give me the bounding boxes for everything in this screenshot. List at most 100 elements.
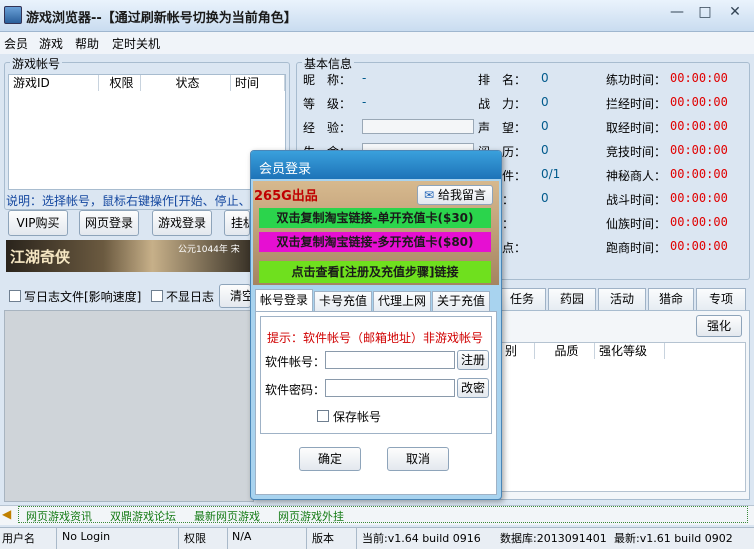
tab-activity[interactable]: 活动 xyxy=(598,288,646,310)
game-banner[interactable]: 江湖奇侠 公元1044年 宋 xyxy=(6,240,250,272)
hide-log-checkbox[interactable] xyxy=(151,290,163,302)
account-input[interactable] xyxy=(325,351,455,369)
enhance-col-quality[interactable]: 品质 xyxy=(535,343,595,359)
menu-game[interactable]: 游戏 xyxy=(39,35,63,52)
register-button[interactable]: 注册 xyxy=(457,350,489,370)
log-file-label: 写日志文件[影响速度] xyxy=(24,290,142,304)
menu-shutdown-timer[interactable]: 定时关机 xyxy=(112,35,160,52)
account-label: 软件帐号： xyxy=(265,355,326,369)
dialog-title: 会员登录 xyxy=(259,162,312,177)
fetch-time-label: 取经时间： xyxy=(606,121,667,135)
status-user-label: 用户名 xyxy=(2,532,35,545)
status-separator xyxy=(306,527,307,549)
leave-message-button[interactable]: ✉ 给我留言 xyxy=(417,185,493,205)
rank-value: 0 xyxy=(541,71,549,85)
nickname-label: 昵 称： xyxy=(303,73,352,87)
maximize-button[interactable]: □ xyxy=(692,2,718,24)
promo-register-link[interactable]: 点击查看[注册及充值步骤]链接 xyxy=(259,261,491,283)
link-plugins[interactable]: 网页游戏外挂 xyxy=(278,508,344,524)
password-label: 软件密码： xyxy=(265,383,326,397)
items-value: 0/1 xyxy=(541,167,561,181)
speaker-icon: ◀ xyxy=(2,507,12,521)
tab-herb-garden[interactable]: 药园 xyxy=(548,288,596,310)
status-separator xyxy=(356,527,357,549)
app-icon xyxy=(4,6,22,24)
banner-year: 公元1044年 宋 xyxy=(178,245,240,255)
close-button[interactable]: ✕ xyxy=(722,2,748,24)
status-separator xyxy=(56,527,57,549)
tab-account-login[interactable]: 帐号登录 xyxy=(255,289,313,311)
enhance-table[interactable]: 别 品质 强化等级 xyxy=(500,342,746,492)
intercept-time-label: 拦经时间： xyxy=(606,97,667,111)
message-icon: ✉ xyxy=(424,188,435,202)
status-separator xyxy=(178,527,179,549)
tab-about-recharge[interactable]: 关于充值 xyxy=(432,291,490,311)
status-version-label: 版本 xyxy=(312,532,334,545)
status-current-version: 当前:v1.64 build 0916 xyxy=(362,532,481,545)
tab-hunt[interactable]: 猎命 xyxy=(648,288,694,310)
auto-play-button[interactable]: 挂机 xyxy=(224,210,250,236)
exp-label: 经 验： xyxy=(303,121,352,135)
enhance-col-type[interactable]: 别 xyxy=(501,343,535,359)
status-latest-version: 最新:v1.61 build 0902 xyxy=(614,532,733,545)
power-value: 0 xyxy=(541,95,549,109)
level-value: - xyxy=(362,95,367,109)
password-input[interactable] xyxy=(325,379,455,397)
status-perm: N/A xyxy=(232,530,252,543)
rank-label: 排 名： xyxy=(478,73,527,87)
login-dialog: 会员登录 265G出品 ✉ 给我留言 双击复制淘宝链接-单开充值卡($30) 双… xyxy=(250,150,502,500)
power-label: 战 力： xyxy=(478,97,527,111)
vip-purchase-button[interactable]: VIP购买 xyxy=(8,210,68,236)
save-account-label: 保存帐号 xyxy=(333,410,382,424)
change-password-button[interactable]: 改密 xyxy=(457,378,489,398)
practice-time-value: 00:00:00 xyxy=(670,71,728,85)
immortal-time-label: 仙族时间： xyxy=(606,217,667,231)
link-latest-games[interactable]: 最新网页游戏 xyxy=(194,508,260,524)
practice-time-label: 练功时间： xyxy=(606,73,667,87)
login-tip: 提示：软件帐号（邮箱地址）非游戏帐号 xyxy=(267,331,484,345)
leave-message-label: 给我留言 xyxy=(437,188,486,202)
enhance-button[interactable]: 强化 xyxy=(696,315,742,337)
clear-log-button[interactable]: 清空 xyxy=(219,284,251,308)
battle-time-value: 00:00:00 xyxy=(670,191,728,205)
hide-log-label: 不显日志 xyxy=(166,290,215,304)
save-account-checkbox[interactable] xyxy=(317,410,329,422)
tab-card-recharge[interactable]: 卡号充值 xyxy=(314,291,372,311)
link-forum[interactable]: 双鼎游戏论坛 xyxy=(110,508,176,524)
web-login-button[interactable]: 网页登录 xyxy=(79,210,139,236)
status-separator xyxy=(227,527,228,549)
tab-special[interactable]: 专项 xyxy=(696,288,746,310)
col-permission[interactable]: 权限 xyxy=(99,75,141,91)
minimize-button[interactable]: — xyxy=(664,2,690,24)
promo-multi-card[interactable]: 双击复制淘宝链接-多开充值卡($80) xyxy=(259,232,491,252)
merchant-time-label: 神秘商人： xyxy=(606,169,667,183)
nickname-value: - xyxy=(362,71,367,85)
link-news[interactable]: 网页游戏资讯 xyxy=(26,508,92,524)
game-login-button[interactable]: 游戏登录 xyxy=(152,210,212,236)
tab-task[interactable]: 任务 xyxy=(498,288,546,310)
col-game-id[interactable]: 游戏ID xyxy=(9,75,99,91)
status-user: No Login xyxy=(62,530,111,543)
immortal-time-value: 00:00:00 xyxy=(670,215,728,229)
fetch-time-value: 00:00:00 xyxy=(670,119,728,133)
arena-time-value: 00:00:00 xyxy=(670,143,728,157)
level-label: 等 级： xyxy=(303,97,352,111)
col-time[interactable]: 时间 xyxy=(231,75,285,91)
menu-member[interactable]: 会员 xyxy=(4,35,28,52)
window-title: 游戏浏览器--【通过刷新帐号切换为当前角色】 xyxy=(26,11,297,26)
status-perm-label: 权限 xyxy=(184,532,206,545)
enhance-col-level[interactable]: 强化等级 xyxy=(595,343,665,359)
accounts-table[interactable]: 游戏ID 权限 状态 时间 xyxy=(8,74,286,190)
ok-button[interactable]: 确定 xyxy=(299,447,361,471)
menu-help[interactable]: 帮助 xyxy=(75,35,99,52)
cancel-button[interactable]: 取消 xyxy=(387,447,449,471)
brand-logo: 265G出品 xyxy=(254,189,318,204)
log-file-checkbox[interactable] xyxy=(9,290,21,302)
tab-proxy[interactable]: 代理上网 xyxy=(373,291,431,311)
trade-time-label: 跑商时间： xyxy=(606,241,667,255)
promo-single-card[interactable]: 双击复制淘宝链接-单开充值卡($30) xyxy=(259,208,491,228)
battle-time-label: 战斗时间： xyxy=(606,193,667,207)
col-status[interactable]: 状态 xyxy=(141,75,231,91)
log-area[interactable] xyxy=(4,310,254,502)
arena-time-label: 竞技时间： xyxy=(606,145,667,159)
